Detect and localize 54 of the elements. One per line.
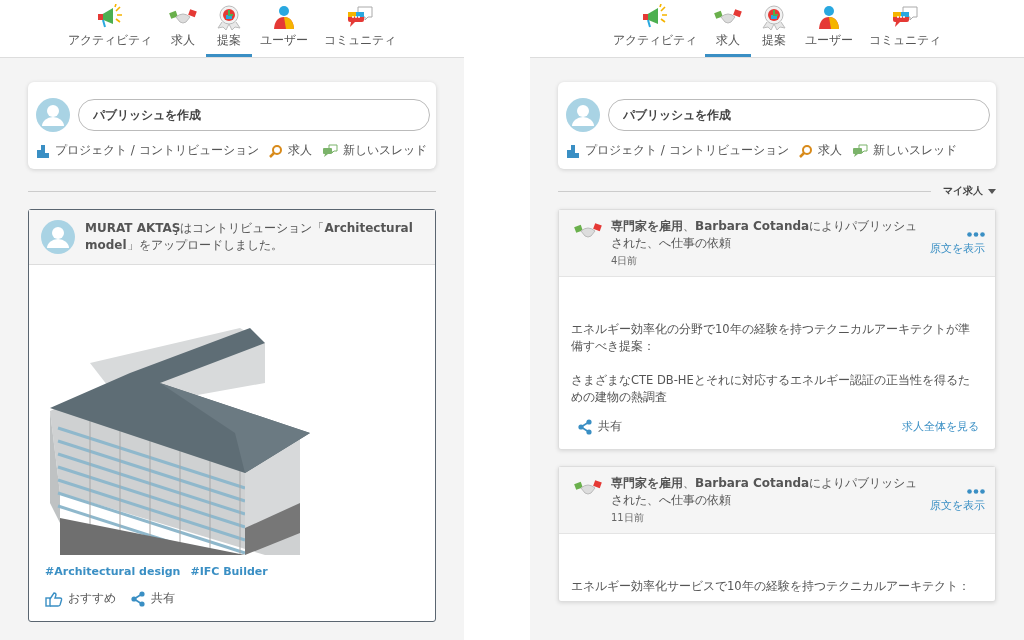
medal-icon: [214, 4, 244, 30]
composer-action[interactable]: プロジェクト / コントリビューション: [566, 142, 789, 159]
post-time: 11日前: [611, 511, 645, 525]
post-time: 4日前: [611, 254, 639, 268]
job-description: エネルギー効率化の分野で10年の経験を持つテクニカルアーキテクトが準備すべき提案：: [571, 321, 971, 355]
publish-input[interactable]: パブリッシュを作成: [608, 99, 990, 131]
composer-action[interactable]: 求人: [798, 142, 842, 159]
hashtag-link[interactable]: #Architectural design: [45, 565, 181, 578]
nav-tab[interactable]: アクティビティ: [60, 0, 160, 57]
nav-tab[interactable]: 求人: [160, 0, 206, 57]
buildings-icon: [566, 143, 580, 158]
nav-tab[interactable]: ユーザー: [252, 0, 316, 57]
caret-icon: [988, 188, 996, 194]
post-action[interactable]: おすすめ: [45, 590, 116, 607]
nav-tab[interactable]: コミュニティ: [861, 0, 949, 57]
chat-icon: [345, 4, 375, 30]
search-icon: [268, 143, 283, 158]
nav-tab[interactable]: 提案: [751, 0, 797, 57]
nav-tab[interactable]: ユーザー: [797, 0, 861, 57]
filter-dropdown[interactable]: マイ求人: [943, 184, 996, 198]
more-icon[interactable]: [967, 489, 985, 494]
search-icon: [798, 143, 813, 158]
nav-tab[interactable]: アクティビティ: [605, 0, 705, 57]
avatar-icon: [36, 98, 70, 132]
buildings-icon: [36, 143, 50, 158]
job-description: エネルギー効率化サービスで10年の経験を持つテクニカルアーキテクト：: [571, 578, 971, 595]
more-icon[interactable]: [967, 232, 985, 237]
medal-icon: [759, 4, 789, 30]
share-button[interactable]: 共有: [577, 418, 622, 435]
thumbs-up-icon: [45, 590, 63, 607]
job-title: 専門家を雇用、Barbara Cotandaによりパブリッシュされた、へ仕事の依頼: [611, 218, 919, 252]
nav-tab[interactable]: コミュニティ: [316, 0, 404, 57]
avatar-icon: [566, 98, 600, 132]
view-job-link[interactable]: 求人全体を見る: [902, 419, 979, 434]
composer-action[interactable]: 新しいスレッド: [851, 142, 957, 159]
composer-action[interactable]: プロジェクト / コントリビューション: [36, 142, 259, 159]
chat-icon: [851, 143, 868, 158]
publish-input[interactable]: パブリッシュを作成: [78, 99, 430, 131]
nav-tab[interactable]: 提案: [206, 0, 252, 57]
megaphone-icon: [640, 4, 670, 30]
share-icon: [577, 418, 593, 435]
megaphone-icon: [95, 4, 125, 30]
job-description: さまざまなCTE DB-HEとそれに対応するエネルギー認証の正当性を得るための建物の熱調査: [571, 372, 971, 406]
nav-tab[interactable]: 求人: [705, 0, 751, 57]
composer-action[interactable]: 求人: [268, 142, 312, 159]
chat-icon: [890, 4, 920, 30]
share-icon: [130, 590, 146, 607]
composer-action[interactable]: 新しいスレッド: [321, 142, 427, 159]
chat-icon: [321, 143, 338, 158]
avatar-icon: [41, 220, 75, 254]
post-message: MURAT AKTAŞはコントリビューション「Architectural model」をアップロードしました。: [85, 220, 414, 254]
post-action[interactable]: 共有: [130, 590, 175, 607]
hashtag-link[interactable]: #IFC Builder: [190, 565, 268, 578]
job-title: 専門家を雇用、Barbara Cotandaによりパブリッシュされた、へ仕事の依頼: [611, 475, 919, 509]
